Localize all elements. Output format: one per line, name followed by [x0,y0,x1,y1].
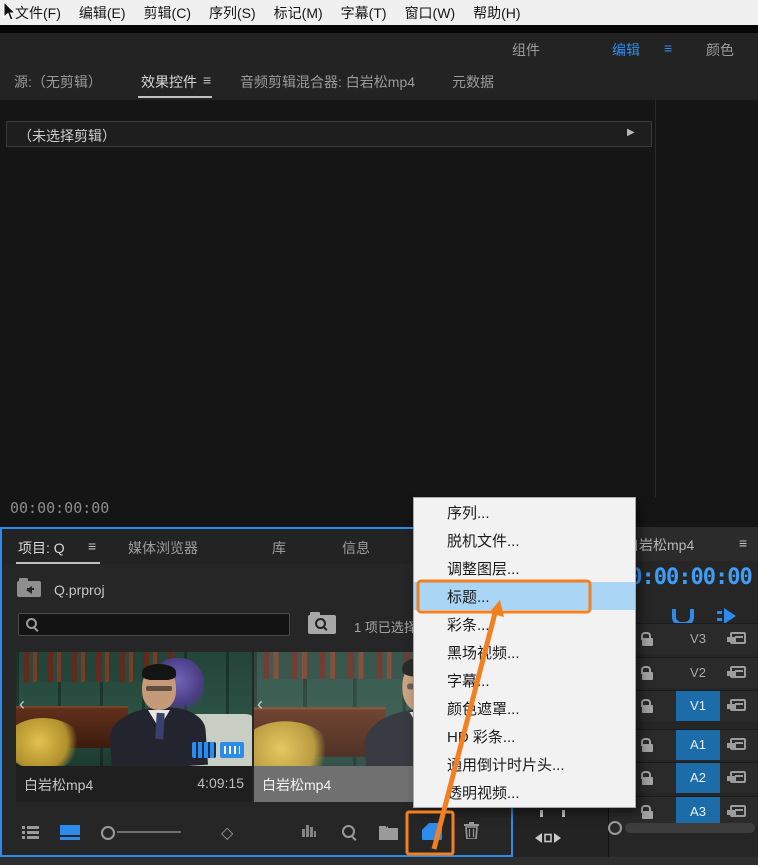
icon-view-icon[interactable] [60,825,80,840]
tab-libraries[interactable]: 库 [272,538,286,558]
new-bin-icon[interactable] [379,826,398,840]
search-input[interactable] [18,613,290,636]
track-lock-icon[interactable] [641,738,654,752]
window-divider [0,25,758,33]
track-output-icon[interactable] [730,805,746,817]
search-bin-icon[interactable] [308,615,336,634]
new-item-icon[interactable] [422,823,442,840]
track-output-icon[interactable] [730,738,746,750]
tab-info[interactable]: 信息 [342,538,370,558]
clip-label-bar[interactable]: 白岩松mp4 4:09:15 [16,766,252,802]
clip-header-bar: （未选择剪辑） ▶ [6,121,652,147]
menu-edit[interactable]: 编辑(E) [70,3,135,23]
timeline-menu-icon[interactable]: ≡ [739,535,747,551]
menu-item-title[interactable]: 标题... [414,582,635,610]
menu-item-adjustment-layer[interactable]: 调整图层... [414,554,635,582]
track-target-a1[interactable]: A1 [676,730,720,760]
premiere-window: 文件(F) 编辑(E) 剪辑(C) 序列(S) 标记(M) 字幕(T) 窗口(W… [0,0,758,865]
project-panel-menu-icon[interactable]: ≡ [88,538,96,554]
expand-arrow-icon[interactable]: ▶ [627,127,635,138]
track-lock-icon[interactable] [641,805,654,819]
panel-menu-icon[interactable]: ≡ [203,72,211,88]
tab-media-browser[interactable]: 媒体浏览器 [128,538,198,558]
workspace-editing[interactable]: 编辑 [612,40,640,60]
clip-duration: 4:09:15 [197,775,244,791]
scrub-left-icon[interactable]: ‹ [19,694,25,715]
menubar: 文件(F) 编辑(E) 剪辑(C) 序列(S) 标记(M) 字幕(T) 窗口(W… [0,0,758,25]
tool-icon-partial [540,810,543,817]
mouse-cursor-icon [3,2,19,24]
menu-item-captions[interactable]: 字幕... [414,667,635,695]
scrub-left-icon[interactable]: ‹ [257,694,263,715]
track-output-icon[interactable] [730,632,746,644]
panel-divider [655,100,656,497]
tab-metadata[interactable]: 元数据 [452,72,494,92]
active-tab-underline [138,96,212,98]
track-lock-icon[interactable] [641,632,654,646]
track-select-tool-icon[interactable] [535,830,561,846]
menu-item-transparent-video[interactable]: 透明视频... [414,779,635,807]
new-item-menu: 序列... 脱机文件... 调整图层... 标题... 彩条... 黑场视频..… [413,497,636,808]
window-bottom-edge [0,857,758,865]
navigate-up-icon[interactable] [17,581,41,597]
tab-audio-mixer[interactable]: 音频剪辑混合器: 白岩松mp4 [240,72,415,92]
menu-help[interactable]: 帮助(H) [464,3,529,23]
effect-controls-panel: （未选择剪辑） ▶ 00:00:00:00 [0,100,758,527]
track-lock-icon[interactable] [641,771,654,785]
project-name[interactable]: Q.prproj [54,582,105,598]
menu-item-sequence[interactable]: 序列... [414,498,635,526]
list-view-icon[interactable] [22,825,39,840]
track-output-icon[interactable] [730,666,746,678]
timeline-scroll-handle[interactable] [608,821,622,835]
automate-to-sequence-icon[interactable] [302,825,318,838]
no-clip-selected-label: （未选择剪辑） [18,126,116,146]
track-target-a2[interactable]: A2 [676,763,720,793]
tab-effect-controls[interactable]: 效果控件 [141,72,197,92]
tool-icon-partial [562,810,565,817]
clip-name[interactable]: 白岩松mp4 [262,775,331,795]
track-lock-icon[interactable] [641,666,654,680]
zoom-slider-track[interactable] [117,831,181,833]
selection-status: 1 项已选择 [354,617,417,636]
track-target-v3[interactable]: V3 [676,624,720,654]
find-icon[interactable] [342,825,356,839]
clear-trash-icon[interactable] [464,822,479,839]
menu-item-black-video[interactable]: 黑场视频... [414,638,635,666]
video-usage-icon[interactable] [192,742,216,758]
menu-title[interactable]: 字幕(T) [332,3,396,23]
timeline-scrollbar[interactable] [625,823,755,833]
workspace-color[interactable]: 颜色 [706,40,734,60]
workspace-assembly[interactable]: 组件 [512,40,540,60]
track-target-v1[interactable]: V1 [676,691,720,721]
track-lock-icon[interactable] [641,699,654,713]
workspace-bar: 组件 编辑 ≡ 颜色 [0,33,758,62]
audio-usage-icon[interactable] [220,742,244,758]
track-output-icon[interactable] [730,699,746,711]
workspace-menu-icon[interactable]: ≡ [664,40,672,56]
video-thumbnail-image [16,652,252,766]
menu-sequence[interactable]: 序列(S) [200,3,265,23]
clip-card[interactable]: ‹ 白岩松mp4 4:09:15 [16,652,252,802]
tab-source-monitor[interactable]: 源:（无剪辑） [14,72,102,92]
menu-item-universal-counting-leader[interactable]: 通用倒计时片头... [414,751,635,779]
active-tab-underline [16,562,100,564]
menu-item-color-matte[interactable]: 颜色遮罩... [414,695,635,723]
track-output-icon[interactable] [730,771,746,783]
tab-project[interactable]: 项目: Q [18,538,65,558]
effect-controls-timecode[interactable]: 00:00:00:00 [10,499,109,517]
menu-item-hd-bars[interactable]: HD 彩条... [414,723,635,751]
upper-panel-tabs: 源:（无剪辑） 效果控件 ≡ 音频剪辑混合器: 白岩松mp4 元数据 [0,62,758,100]
menu-item-bars-tone[interactable]: 彩条... [414,610,635,638]
menu-clip[interactable]: 剪辑(C) [135,3,200,23]
sort-icons-icon[interactable]: ◇ [221,823,233,843]
menu-marker[interactable]: 标记(M) [265,3,332,23]
zoom-slider-handle[interactable] [101,826,115,840]
clip-name[interactable]: 白岩松mp4 [24,775,93,795]
timeline-timecode[interactable]: 00:00:00:00 [617,565,752,590]
menu-item-offline-file[interactable]: 脱机文件... [414,526,635,554]
search-icon [26,618,40,632]
menu-window[interactable]: 窗口(W) [396,3,465,23]
track-target-v2[interactable]: V2 [676,658,720,688]
clip-thumbnail[interactable]: ‹ [16,652,252,766]
